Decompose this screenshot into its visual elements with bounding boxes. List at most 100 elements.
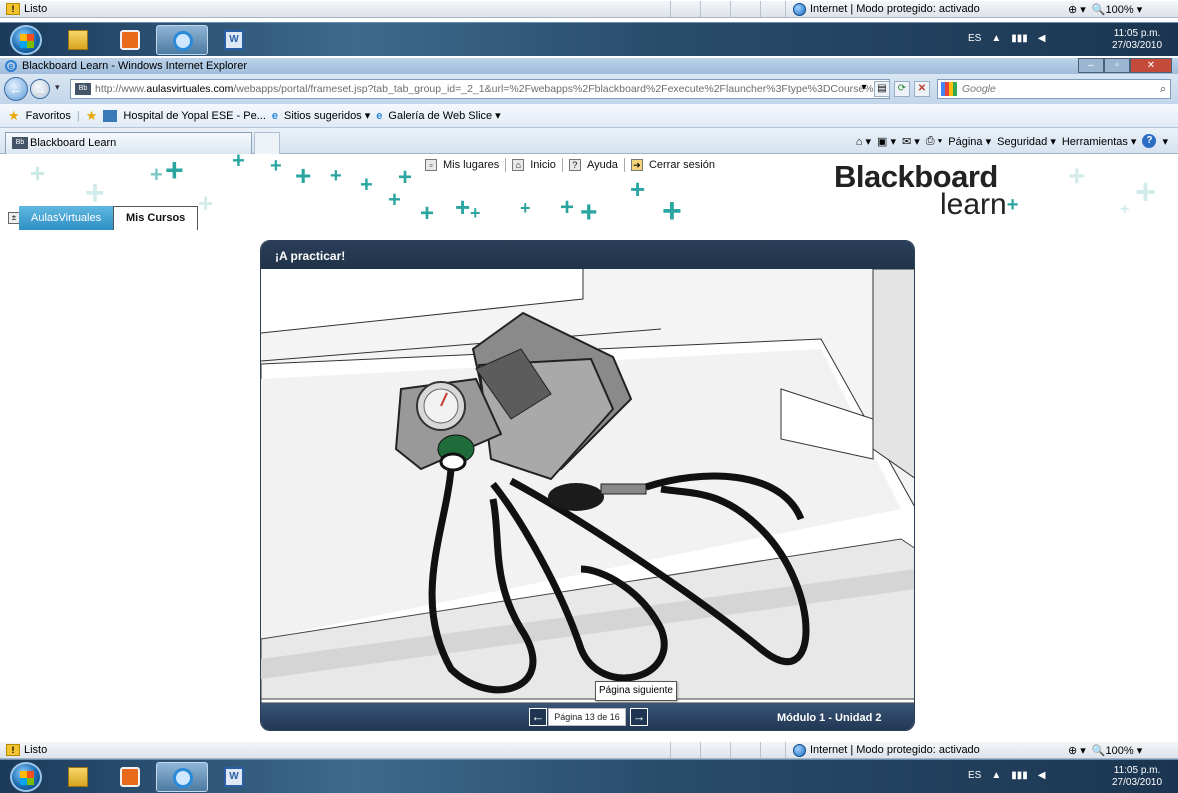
module-label: Módulo 1 - Unidad 2 <box>777 712 882 724</box>
help-link-icon: ? <box>568 159 581 171</box>
favorites-button[interactable]: Favoritos <box>26 110 71 122</box>
clock-date-bottom: 27/03/2010 <box>1112 777 1163 788</box>
language-indicator-bottom[interactable]: ES <box>968 770 981 781</box>
address-toolbar: ← → ▾ Bb http://www.aulasvirtuales.com/we… <box>0 74 1178 104</box>
explorer-taskbar-button-bottom[interactable] <box>52 762 104 792</box>
home-icon[interactable]: ⌂ ▾ <box>856 135 871 148</box>
ie-small-icon: e <box>271 109 279 122</box>
refresh-icon[interactable]: ⟳ <box>894 81 910 97</box>
clock-time: 11:05 p.m. <box>1113 28 1161 39</box>
status-bar-bottom: ! Listo Internet | Modo protegido: activ… <box>0 741 1178 759</box>
search-input[interactable]: Google ⌕ <box>937 79 1171 99</box>
next-page-button[interactable]: → <box>630 708 648 726</box>
tab-aulas-virtuales[interactable]: AulasVirtuales <box>19 206 114 230</box>
globe-icon-bottom <box>793 743 806 757</box>
url-domain: aulasvirtuales.com <box>146 83 234 95</box>
tray-expand-icon[interactable]: ▲ <box>991 33 1001 44</box>
favorite-suggested-sites[interactable]: Sitios sugeridos ▾ <box>284 109 370 122</box>
word-taskbar-button-bottom[interactable]: W <box>208 762 260 792</box>
page-menu[interactable]: Página ▾ <box>948 135 991 148</box>
clock-bottom[interactable]: 11:05 p.m. 27/03/2010 <box>1112 765 1162 789</box>
ie-taskbar-button-bottom[interactable] <box>156 762 208 792</box>
favorite-web-slice-gallery[interactable]: Galería de Web Slice ▾ <box>388 109 500 122</box>
tab-blackboard-learn[interactable]: Bb Blackboard Learn <box>5 132 252 154</box>
windows-logo-icon <box>20 34 34 48</box>
address-dropdown[interactable]: ▾ <box>856 81 872 97</box>
volume-icon[interactable]: ◀ <box>1038 33 1046 44</box>
start-button[interactable] <box>10 25 42 55</box>
webslice-icon: e <box>376 109 383 122</box>
zoom-control[interactable]: 🔍100% ▾ <box>1092 3 1142 16</box>
zone-label-bottom: Internet | Modo protegido: activado <box>810 744 980 756</box>
media-player-icon <box>120 30 140 50</box>
clock-time-bottom: 11:05 p.m. <box>1113 765 1161 776</box>
print-icon[interactable]: ⎙ ▾ <box>926 135 942 148</box>
logout-icon: ➜ <box>630 159 643 171</box>
tray-expand-icon-bottom[interactable]: ▲ <box>991 770 1001 781</box>
word-taskbar-button[interactable]: W <box>208 25 260 55</box>
window-title: Blackboard Learn - Windows Internet Expl… <box>22 60 247 72</box>
maximize-button[interactable]: ▫ <box>1104 58 1130 73</box>
security-zone[interactable]: Internet | Modo protegido: activado <box>793 2 980 16</box>
home-link[interactable]: Inicio <box>530 159 556 171</box>
media-taskbar-button[interactable] <box>104 25 156 55</box>
recent-pages-dropdown[interactable]: ▾ <box>55 82 60 93</box>
folder-icon <box>68 30 88 50</box>
status-text-bottom: Listo <box>24 744 48 756</box>
stop-icon[interactable]: ✕ <box>914 81 930 97</box>
explorer-taskbar-button[interactable] <box>52 25 104 55</box>
command-bar: ⌂ ▾ ▣ ▾ ✉ ▾ ⎙ ▾ Página ▾ Seguridad ▾ Her… <box>855 134 1168 148</box>
tab-label: Blackboard Learn <box>30 137 117 149</box>
warning-icon-bottom: ! <box>6 744 20 756</box>
media-player-icon-bottom <box>120 767 140 787</box>
security-zone-bottom[interactable]: Internet | Modo protegido: activado <box>793 743 980 757</box>
help-link[interactable]: Ayuda <box>587 159 618 171</box>
compatibility-view-icon[interactable]: ▤ <box>874 81 890 97</box>
logout-link[interactable]: Cerrar sesión <box>649 159 715 171</box>
word-icon-bottom: W <box>224 767 244 787</box>
back-button[interactable]: ← <box>4 77 28 101</box>
close-button[interactable]: ✕ <box>1130 58 1172 73</box>
start-button-bottom[interactable] <box>10 762 42 792</box>
forward-button[interactable]: → <box>30 79 50 99</box>
add-favorite-icon[interactable]: ★ <box>86 108 98 124</box>
google-icon <box>941 82 957 96</box>
previous-page-button[interactable]: ← <box>529 708 547 726</box>
favorite-hospital[interactable]: Hospital de Yopal ESE - Pe... <box>123 110 265 122</box>
address-bar[interactable]: Bb http://www.aulasvirtuales.com/webapps/… <box>70 79 890 99</box>
new-tab-button[interactable] <box>254 132 280 154</box>
my-places-link[interactable]: Mis lugares <box>443 159 499 171</box>
favorite-hospital-icon <box>103 109 118 122</box>
media-taskbar-button-bottom[interactable] <box>104 762 156 792</box>
favorites-star-icon: ★ <box>8 107 20 123</box>
folder-icon-bottom <box>68 767 88 787</box>
clock[interactable]: 11:05 p.m. 27/03/2010 <box>1112 28 1162 52</box>
zoom-control-bottom[interactable]: 🔍100% ▾ <box>1092 744 1142 757</box>
help-icon[interactable]: ? <box>1142 134 1157 148</box>
protected-mode-icon-bottom[interactable]: ⊕ ▾ <box>1068 744 1086 757</box>
ie-taskbar-button[interactable] <box>156 25 208 55</box>
learn-logo: learn+ <box>940 190 1018 220</box>
tab-favicon: Bb <box>12 137 28 149</box>
tab-bar: Bb Blackboard Learn ⌂ ▾ ▣ ▾ ✉ ▾ ⎙ ▾ Págin… <box>0 128 1178 154</box>
volume-icon-bottom[interactable]: ◀ <box>1038 770 1046 781</box>
taskbar-bottom: W ES ▲ ▮▮▮ ◀ 11:05 p.m. 27/03/2010 <box>0 759 1178 793</box>
feeds-icon[interactable]: ▣ ▾ <box>877 135 896 148</box>
page-indicator: Página 13 de 16 <box>548 708 626 726</box>
language-indicator[interactable]: ES <box>968 33 981 44</box>
blackboard-header: + + + + + + + + + + + + + + + + + + + + … <box>0 154 1178 230</box>
search-icon[interactable]: ⌕ <box>1160 80 1166 98</box>
network-icon-bottom[interactable]: ▮▮▮ <box>1011 770 1028 781</box>
security-menu[interactable]: Seguridad ▾ <box>997 135 1056 148</box>
tools-menu[interactable]: Herramientas ▾ <box>1062 135 1137 148</box>
favorites-bar: ★ Favoritos | ★ Hospital de Yopal ESE - … <box>0 104 1178 128</box>
mail-icon[interactable]: ✉ ▾ <box>902 135 920 148</box>
lesson-title: ¡A practicar! <box>261 241 914 269</box>
window-title-bar: e Blackboard Learn - Windows Internet Ex… <box>0 58 1178 74</box>
tab-mis-cursos[interactable]: Mis Cursos <box>113 206 199 230</box>
protected-mode-icon[interactable]: ⊕ ▾ <box>1068 3 1086 16</box>
network-icon[interactable]: ▮▮▮ <box>1011 33 1028 44</box>
minimize-button[interactable]: – <box>1078 58 1104 73</box>
lesson-navigation-bar: ← Página 13 de 16 → Módulo 1 - Unidad 2 <box>261 703 914 730</box>
status-bar-top: ! Listo Internet | Modo protegido: activ… <box>0 0 1178 18</box>
